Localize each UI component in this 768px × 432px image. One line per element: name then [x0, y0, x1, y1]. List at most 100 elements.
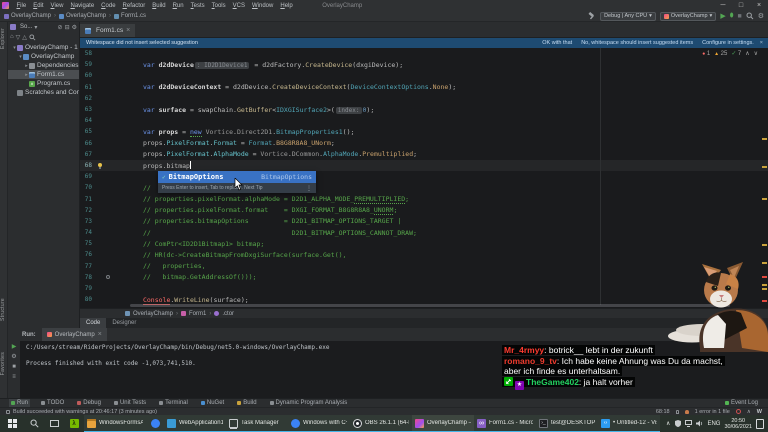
code-line-67[interactable]: 67 props.PixelFormat.AlphaMode = Vortice…: [80, 149, 768, 160]
intention-bulb-icon[interactable]: [98, 162, 102, 167]
debug-button[interactable]: ⬮: [730, 12, 734, 21]
code-line-58[interactable]: 58: [80, 48, 768, 59]
tray-chevron-icon[interactable]: ∧: [666, 420, 670, 427]
search-everywhere-icon[interactable]: [746, 12, 754, 20]
tree-item-overlaychamp[interactable]: ▾ OverlayChamp: [8, 52, 79, 61]
more-icon[interactable]: ⋮: [306, 185, 312, 192]
app-webapplication[interactable]: WebApplication11...: [164, 415, 226, 432]
fold-marker-icon[interactable]: [106, 274, 110, 279]
tree-item-overlaychamp-1-proje[interactable]: ▾OverlayChamp - 1 proje: [8, 43, 79, 52]
menu-item-tests[interactable]: Tests: [187, 3, 208, 9]
app-blue-circle[interactable]: [146, 415, 164, 432]
filter-up-icon[interactable]: △: [22, 34, 27, 41]
app-obs[interactable]: OBS 26.1.1 (64-bit...: [350, 415, 412, 432]
breadcrumb-item[interactable]: .ctor: [222, 311, 234, 317]
code-line-75[interactable]: 75 // ComPtr<ID2D1Bitmap1> bitmap;: [80, 238, 768, 249]
banner-close-icon[interactable]: ×: [760, 40, 763, 46]
horizontal-scrollbar[interactable]: [130, 304, 730, 307]
code-line-72[interactable]: 72 // properties.pixelFormat.format = DX…: [80, 205, 768, 216]
sidebar-item-structure[interactable]: Structure: [0, 298, 8, 321]
banner-action[interactable]: Configure in settings.: [702, 40, 754, 46]
status-message[interactable]: Build succeeded with warnings at 20:46:1…: [6, 409, 157, 415]
code-line-79[interactable]: 79: [80, 283, 768, 294]
code-line-64[interactable]: 64: [80, 115, 768, 126]
home-icon[interactable]: ⌂: [10, 34, 14, 40]
stop-button[interactable]: ■: [737, 12, 741, 21]
menu-item-window[interactable]: Window: [249, 3, 277, 9]
pinned-lambda[interactable]: λ: [64, 415, 84, 432]
code-line-77[interactable]: 77 // properties,: [80, 261, 768, 272]
chevron-up-icon[interactable]: ∧: [747, 409, 751, 415]
explorer-view-select[interactable]: So...: [20, 24, 32, 30]
shield-icon[interactable]: [674, 420, 681, 427]
build-config-select[interactable]: Debug | Any CPU ▾: [600, 11, 656, 21]
language-indicator[interactable]: ENG: [707, 421, 720, 427]
prev-problem-icon[interactable]: ∧: [745, 50, 749, 57]
warning-stripe-mark[interactable]: [762, 138, 767, 140]
tree-item-form1-cs[interactable]: ▸ Form1.cs: [8, 70, 79, 79]
volume-icon[interactable]: [696, 420, 703, 427]
warning-stripe-mark[interactable]: [762, 198, 767, 200]
breadcrumb-item[interactable]: OverlayChamp: [133, 311, 173, 317]
run-settings-icon[interactable]: ⚙: [11, 354, 16, 360]
menu-item-vcs[interactable]: VCS: [229, 3, 248, 9]
run-tab-overlaychamp[interactable]: OverlayChamp ×: [41, 328, 107, 341]
tree-item-dependencies[interactable]: ▸ Dependencies: [8, 61, 79, 70]
action-center-icon[interactable]: [756, 418, 764, 429]
tab-close-icon[interactable]: ×: [98, 331, 102, 338]
rerun-button[interactable]: ▶: [12, 344, 17, 350]
banner-action[interactable]: No, whitespace should insert suggested i…: [581, 40, 693, 46]
stop-process-button[interactable]: ■: [12, 364, 16, 370]
code-line-74[interactable]: 74 // D2D1_BITMAP_OPTIONS_CANNOT_DRAW;: [80, 227, 768, 238]
code-line-73[interactable]: 73 // properties.bitmapOptions = D2D1_BI…: [80, 216, 768, 227]
breadcrumb-item[interactable]: Form1.cs: [121, 13, 146, 19]
panel-settings-icon[interactable]: ⚙: [72, 24, 77, 31]
warning-stripe-mark[interactable]: [762, 244, 767, 246]
breadcrumb-item[interactable]: Form1: [189, 311, 206, 317]
tree-item-scratches-and-consoles[interactable]: Scratches and Consoles: [8, 88, 79, 97]
highlight-level-icon[interactable]: [735, 409, 741, 414]
sidebar-item-favorites[interactable]: Favorites: [0, 352, 8, 375]
code-line-71[interactable]: 71 // properties.pixelFormat.alphaMode =…: [80, 193, 768, 205]
code-line-62[interactable]: 62: [80, 93, 768, 104]
run-config-select[interactable]: OverlayChamp ▾: [659, 11, 717, 21]
sidebar-item-event-log[interactable]: Event Log: [724, 400, 758, 406]
menu-item-tools[interactable]: Tools: [208, 3, 229, 9]
search-icon[interactable]: [29, 33, 36, 41]
code-line-59[interactable]: 59 var d2dDevice: ID2D1Device1 = d2dFact…: [80, 59, 768, 70]
menu-item-view[interactable]: View: [47, 3, 67, 9]
menu-item-edit[interactable]: Edit: [30, 3, 47, 9]
tab-designer[interactable]: Designer: [106, 318, 142, 328]
breadcrumb-item[interactable]: OverlayChamp: [11, 13, 51, 19]
code-line-63[interactable]: 63 var surface = swapChain.GetBuffer<IDX…: [80, 104, 768, 115]
code-line-66[interactable]: 66 props.PixelFormat.Format = Format.B8G…: [80, 138, 768, 149]
code-line-65[interactable]: 65 var props = new Vortice.Direct2D1.Bit…: [80, 126, 768, 137]
console-list-icon[interactable]: ≡: [12, 374, 16, 380]
close-button[interactable]: ×: [750, 0, 768, 11]
app-rider-overlaychamp[interactable]: OverlayChamp – F...: [412, 415, 474, 432]
start-button[interactable]: [0, 415, 24, 432]
run-button[interactable]: ▶: [720, 12, 725, 21]
notifications-icon[interactable]: [684, 409, 689, 414]
chevron-down-icon[interactable]: ▾: [34, 24, 37, 31]
code-line-78[interactable]: 78 // bitmap.GetAddressOf()));: [80, 272, 768, 283]
wakatime-icon[interactable]: W: [757, 409, 762, 415]
menu-item-build[interactable]: Build: [149, 3, 169, 9]
task-view-button[interactable]: [44, 415, 64, 432]
tab-code[interactable]: Code: [80, 318, 107, 328]
menu-item-refactor[interactable]: Refactor: [119, 3, 149, 9]
app-task-manager[interactable]: Task Manager: [226, 415, 288, 432]
analysis-status[interactable]: 1 error in 1 file: [695, 409, 730, 415]
build-hammer-icon[interactable]: [588, 12, 596, 20]
sidebar-item-explorer[interactable]: Explorer: [0, 28, 8, 49]
menu-item-run[interactable]: Run: [169, 3, 187, 9]
app-vscode[interactable]: ‹›• Untitled-12 - Vis...: [598, 415, 660, 432]
code-line-76[interactable]: 76 // HR(dc->CreateBitmapFromDxgiSurface…: [80, 249, 768, 260]
code-line-60[interactable]: 60: [80, 70, 768, 81]
app-visual-studio[interactable]: ∞Form1.cs - Micros...: [474, 415, 536, 432]
tab-form1cs[interactable]: Form1.cs ×: [80, 24, 136, 37]
maximize-button[interactable]: □: [732, 0, 750, 11]
app-terminal[interactable]: ›_test@DESKTOP-F8...: [536, 415, 598, 432]
inspections-widget[interactable]: ● 1 ▲ 25 ✓ 7 ∧ ∨: [702, 50, 758, 58]
settings-gear-icon[interactable]: ⚙: [758, 12, 764, 21]
